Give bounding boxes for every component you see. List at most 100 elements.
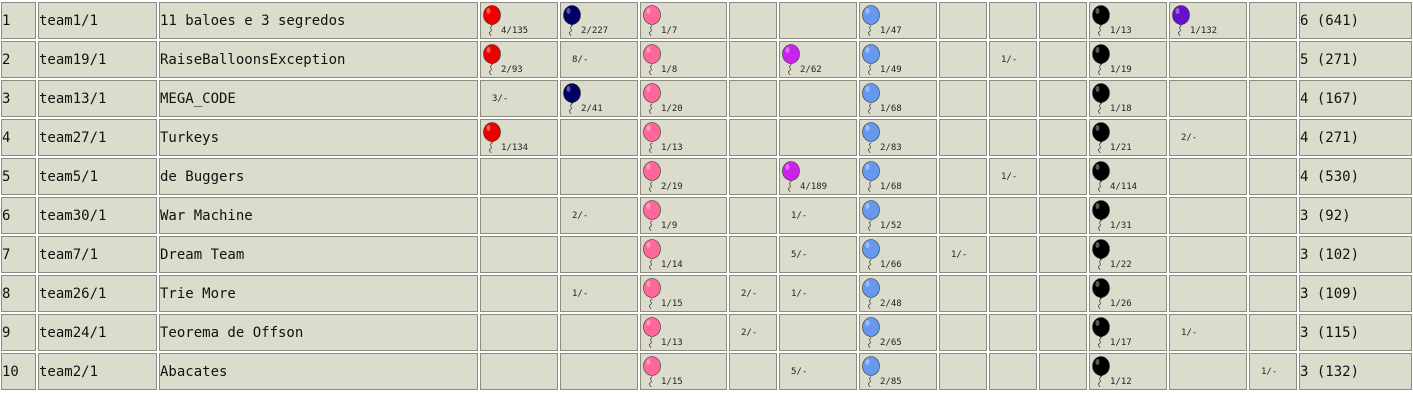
problem-cell xyxy=(989,197,1037,234)
balloon-icon xyxy=(643,200,661,231)
problem-cell: 1/68 xyxy=(859,158,937,195)
problem-cell: 1/- xyxy=(1249,353,1297,390)
balloon-icon xyxy=(1092,83,1110,114)
problem-cell xyxy=(989,80,1037,117)
balloon-icon xyxy=(643,122,661,153)
attempts-label: 1/13 xyxy=(661,338,683,348)
problem-cell xyxy=(560,314,638,351)
balloon-icon xyxy=(563,83,581,114)
score-cell: 4 (271) xyxy=(1299,119,1412,156)
problem-cell xyxy=(1039,314,1087,351)
team-id-cell: team13/1 xyxy=(38,80,157,117)
problem-cell xyxy=(729,41,777,78)
team-name-cell: MEGA_CODE xyxy=(159,80,478,117)
team-name-cell: Turkeys xyxy=(159,119,478,156)
place-cell: 2 xyxy=(1,41,36,78)
team-name-cell: War Machine xyxy=(159,197,478,234)
problem-cell xyxy=(729,80,777,117)
table-row: 8 team26/1 Trie More 1/- 1/15 2/- 1/- 2/48 1/26 3… xyxy=(1,275,1412,312)
problem-cell xyxy=(1039,2,1087,39)
attempts-label: 1/13 xyxy=(1110,26,1132,36)
problem-cell: 1/- xyxy=(779,275,857,312)
problem-cell xyxy=(1039,197,1087,234)
problem-cell xyxy=(1249,236,1297,273)
problem-cell xyxy=(779,80,857,117)
team-name-cell: Teorema de Offson xyxy=(159,314,478,351)
score-cell: 3 (132) xyxy=(1299,353,1412,390)
problem-cell xyxy=(560,236,638,273)
problem-cell xyxy=(480,236,558,273)
problem-cell: 2/- xyxy=(729,314,777,351)
attempts-label: 1/17 xyxy=(1110,338,1132,348)
balloon-icon xyxy=(1092,122,1110,153)
attempts-label: 1/- xyxy=(951,250,968,260)
problem-cell xyxy=(1249,2,1297,39)
attempts-label: 1/- xyxy=(1181,328,1198,338)
problem-cell xyxy=(1039,119,1087,156)
problem-cell xyxy=(1169,80,1247,117)
balloon-icon xyxy=(643,83,661,114)
attempts-label: 8/- xyxy=(572,55,589,65)
problem-cell: 1/- xyxy=(989,158,1037,195)
score-cell: 3 (102) xyxy=(1299,236,1412,273)
problem-cell xyxy=(1039,80,1087,117)
score-cell: 6 (641) xyxy=(1299,2,1412,39)
problem-cell: 5/- xyxy=(779,236,857,273)
attempts-label: 2/62 xyxy=(800,65,822,75)
problem-cell xyxy=(1249,41,1297,78)
problem-cell xyxy=(480,197,558,234)
problem-cell: 4/114 xyxy=(1089,158,1167,195)
attempts-label: 1/26 xyxy=(1110,299,1132,309)
attempts-label: 1/7 xyxy=(661,26,678,36)
balloon-icon xyxy=(643,239,661,270)
attempts-label: 1/- xyxy=(791,211,808,221)
problem-cell xyxy=(779,119,857,156)
attempts-label: 1/18 xyxy=(1110,104,1132,114)
problem-cell xyxy=(1169,275,1247,312)
problem-cell: 2/- xyxy=(1169,119,1247,156)
problem-cell xyxy=(560,119,638,156)
problem-cell xyxy=(1169,353,1247,390)
problem-cell: 2/41 xyxy=(560,80,638,117)
attempts-label: 1/49 xyxy=(880,65,902,75)
problem-cell: 1/22 xyxy=(1089,236,1167,273)
balloon-icon xyxy=(643,161,661,192)
problem-cell xyxy=(729,197,777,234)
problem-cell xyxy=(480,314,558,351)
table-row: 5 team5/1 de Buggers 2/19 4/189 1/68 1/- 4/114 4… xyxy=(1,158,1412,195)
scoreboard-body: 1 team1/1 11 baloes e 3 segredos 4/135 2/227… xyxy=(1,2,1412,390)
table-row: 2 team19/1 RaiseBalloonsException 2/93 8/- 1/… xyxy=(1,41,1412,78)
score-cell: 5 (271) xyxy=(1299,41,1412,78)
attempts-label: 2/19 xyxy=(661,182,683,192)
balloon-icon xyxy=(862,239,880,270)
problem-cell: 2/62 xyxy=(779,41,857,78)
problem-cell xyxy=(779,2,857,39)
team-id-cell: team27/1 xyxy=(38,119,157,156)
balloon-icon xyxy=(862,5,880,36)
attempts-label: 1/- xyxy=(1001,172,1018,182)
problem-cell: 3/- xyxy=(480,80,558,117)
attempts-label: 1/- xyxy=(572,289,589,299)
problem-cell: 2/- xyxy=(729,275,777,312)
attempts-label: 1/- xyxy=(1261,367,1278,377)
attempts-label: 4/189 xyxy=(800,182,828,192)
balloon-icon xyxy=(1172,5,1190,36)
problem-cell: 1/66 xyxy=(859,236,937,273)
problem-cell xyxy=(1249,119,1297,156)
problem-cell xyxy=(939,2,987,39)
problem-cell: 5/- xyxy=(779,353,857,390)
problem-cell: 1/12 xyxy=(1089,353,1167,390)
problem-cell: 1/- xyxy=(560,275,638,312)
problem-cell: 1/17 xyxy=(1089,314,1167,351)
team-name-cell: de Buggers xyxy=(159,158,478,195)
attempts-label: 2/83 xyxy=(880,143,902,153)
problem-cell: 1/13 xyxy=(640,314,727,351)
problem-cell xyxy=(939,275,987,312)
problem-cell: 2/85 xyxy=(859,353,937,390)
problem-cell xyxy=(939,119,987,156)
team-name-cell: Trie More xyxy=(159,275,478,312)
problem-cell: 1/19 xyxy=(1089,41,1167,78)
problem-cell xyxy=(560,158,638,195)
problem-cell: 1/132 xyxy=(1169,2,1247,39)
table-row: 9 team24/1 Teorema de Offson 1/13 2/- 2/65 1/1… xyxy=(1,314,1412,351)
